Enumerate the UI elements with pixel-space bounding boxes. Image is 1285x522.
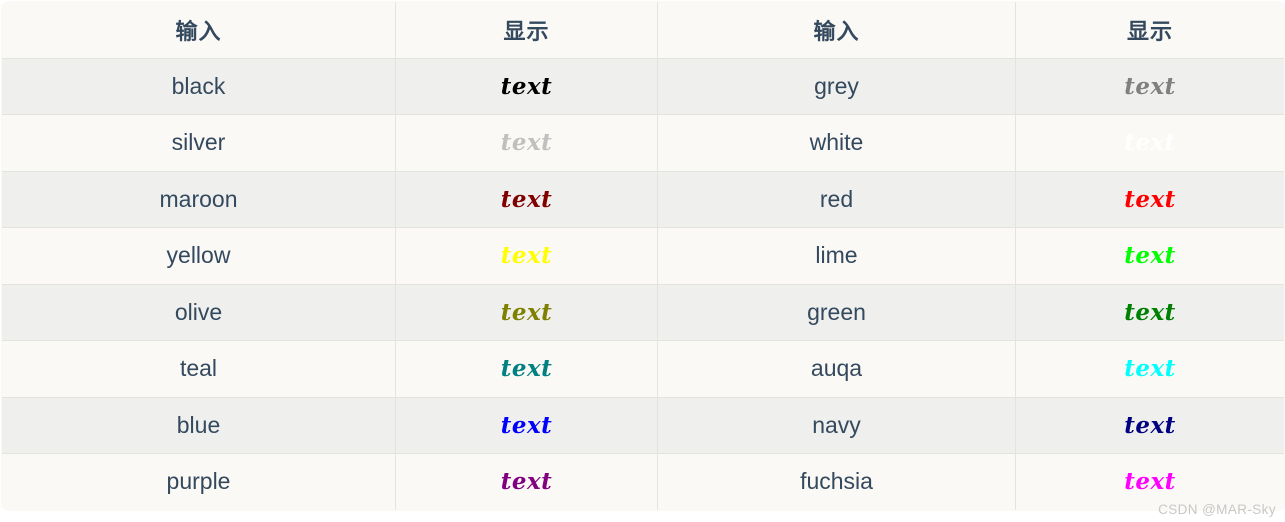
table-row: olive text green text bbox=[2, 284, 1284, 341]
color-sample-cell: text bbox=[1015, 58, 1284, 115]
color-sample-cell: text bbox=[1015, 284, 1284, 341]
table-body: black text grey text silver text white text maro… bbox=[2, 58, 1284, 510]
color-sample-cell: text bbox=[395, 340, 658, 398]
color-sample-cell: text bbox=[395, 227, 658, 285]
color-name-cell: purple bbox=[2, 453, 396, 510]
color-name-cell: yellow bbox=[2, 227, 396, 285]
color-sample-cell: text bbox=[1015, 114, 1284, 172]
table-row: black text grey text bbox=[2, 58, 1284, 115]
color-keyword-table: 输入 显示 输入 显示 black text grey text silver text w… bbox=[1, 1, 1285, 511]
table-header: 输入 显示 输入 显示 bbox=[2, 1, 1284, 59]
color-name-cell: teal bbox=[2, 340, 396, 398]
column-header-input-2: 输入 bbox=[657, 1, 1016, 59]
color-sample-cell: text bbox=[395, 453, 658, 510]
color-name-cell: maroon bbox=[2, 171, 396, 228]
color-name-cell: white bbox=[657, 114, 1016, 172]
color-keyword-table-container: 输入 显示 输入 显示 black text grey text silver text w… bbox=[0, 1, 1285, 522]
color-name-cell: grey bbox=[657, 58, 1016, 115]
table-row: purple text fuchsia text bbox=[2, 453, 1284, 510]
table-row: silver text white text bbox=[2, 114, 1284, 172]
color-name-cell: fuchsia bbox=[657, 453, 1016, 510]
color-sample-cell: text bbox=[1015, 397, 1284, 454]
color-name-cell: blue bbox=[2, 397, 396, 454]
color-sample-cell: text bbox=[1015, 171, 1284, 228]
color-sample-cell: text bbox=[395, 171, 658, 228]
color-name-cell: lime bbox=[657, 227, 1016, 285]
color-sample-cell: text bbox=[395, 58, 658, 115]
table-row: yellow text lime text bbox=[2, 227, 1284, 285]
color-sample-cell: text bbox=[395, 284, 658, 341]
color-name-cell: navy bbox=[657, 397, 1016, 454]
color-name-cell: black bbox=[2, 58, 396, 115]
color-sample-cell: text bbox=[395, 397, 658, 454]
color-sample-cell: text bbox=[1015, 227, 1284, 285]
color-sample-cell: text bbox=[1015, 340, 1284, 398]
color-name-cell: olive bbox=[2, 284, 396, 341]
table-row: teal text auqa text bbox=[2, 340, 1284, 398]
color-name-cell: red bbox=[657, 171, 1016, 228]
color-name-cell: auqa bbox=[657, 340, 1016, 398]
color-sample-cell: text bbox=[1124, 468, 1176, 496]
table-row: blue text navy text bbox=[2, 397, 1284, 454]
color-sample-cell: text bbox=[395, 114, 658, 172]
column-header-display-1: 显示 bbox=[395, 1, 658, 59]
column-header-input-1: 输入 bbox=[2, 1, 396, 59]
color-name-cell: green bbox=[657, 284, 1016, 341]
color-name-cell: silver bbox=[2, 114, 396, 172]
column-header-display-2: 显示 bbox=[1015, 1, 1284, 59]
table-row: maroon text red text bbox=[2, 171, 1284, 228]
header-row: 输入 显示 输入 显示 bbox=[2, 1, 1284, 59]
